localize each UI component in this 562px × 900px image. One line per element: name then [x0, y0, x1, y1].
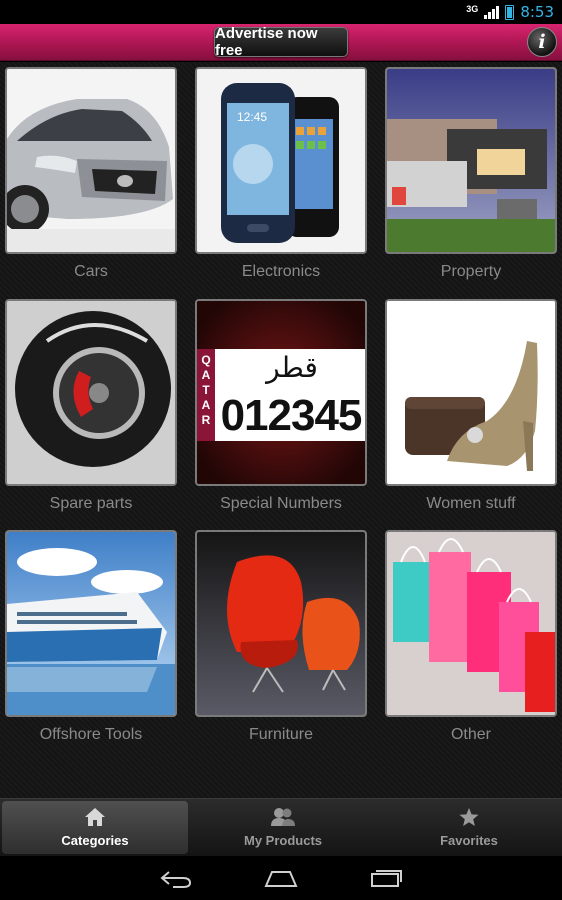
- offshore-tools-image: [5, 530, 177, 717]
- battery-icon: [505, 4, 515, 20]
- plate-country: QATAR: [201, 353, 211, 427]
- advertise-button[interactable]: Advertise now free: [214, 25, 348, 59]
- category-tile-cars[interactable]: Cars: [5, 67, 177, 283]
- category-label: Electronics: [241, 263, 321, 280]
- plate-number: 012345: [220, 391, 363, 440]
- info-icon[interactable]: i: [527, 27, 557, 57]
- category-tile-women-stuff[interactable]: Women stuff: [385, 299, 557, 515]
- tab-my-products[interactable]: My Products: [190, 799, 376, 856]
- special-numbers-image: QATAR قطر 012345: [195, 299, 367, 486]
- svg-text:12:45: 12:45: [237, 110, 267, 124]
- category-label: Offshore Tools: [39, 726, 143, 743]
- tab-favorites[interactable]: Favorites: [376, 799, 562, 856]
- spare-parts-image: [5, 299, 177, 486]
- property-image: [385, 67, 557, 254]
- category-grid: Cars 12:45 Electronics Property Spare pa…: [0, 62, 562, 798]
- bottom-tab-bar: Categories My Products Favorites: [0, 798, 562, 856]
- category-tile-electronics[interactable]: 12:45 Electronics: [195, 67, 367, 283]
- other-image: [385, 530, 557, 717]
- network-type: 3G: [466, 3, 479, 14]
- category-tile-property[interactable]: Property: [385, 67, 557, 283]
- users-icon: [271, 808, 295, 826]
- category-tile-offshore-tools[interactable]: Offshore Tools: [5, 530, 177, 746]
- category-tile-spare-parts[interactable]: Spare parts: [5, 299, 177, 515]
- status-bar: 3G 8:53: [0, 0, 562, 24]
- cars-image: [5, 67, 177, 254]
- category-label: Spare parts: [49, 495, 133, 512]
- category-tile-special-numbers[interactable]: QATAR قطر 012345 Special Numbers: [195, 299, 367, 515]
- category-label: Women stuff: [426, 495, 516, 512]
- clock: 8:53: [520, 3, 554, 21]
- tab-label: Favorites: [440, 833, 498, 848]
- category-label: Cars: [74, 263, 108, 280]
- back-icon[interactable]: [159, 868, 193, 888]
- electronics-image: 12:45: [195, 67, 367, 254]
- signal-icon: [484, 5, 500, 19]
- category-tile-furniture[interactable]: Furniture: [195, 530, 367, 746]
- category-label: Special Numbers: [220, 495, 342, 512]
- home-nav-icon[interactable]: [263, 868, 299, 888]
- category-label: Furniture: [248, 726, 314, 743]
- tab-label: Categories: [61, 833, 129, 848]
- star-icon: [459, 808, 479, 826]
- home-icon: [85, 808, 105, 826]
- plate-arabic: قطر: [266, 351, 318, 384]
- women-stuff-image: [385, 299, 557, 486]
- furniture-image: [195, 530, 367, 717]
- category-tile-other[interactable]: Other: [385, 530, 557, 746]
- tab-label: My Products: [243, 833, 322, 848]
- recents-icon[interactable]: [369, 868, 403, 888]
- category-label: Other: [450, 726, 491, 743]
- system-nav-bar: [0, 856, 562, 900]
- app-header: Advertise now free i: [0, 24, 562, 61]
- tab-categories[interactable]: Categories: [2, 801, 188, 854]
- category-label: Property: [440, 263, 502, 280]
